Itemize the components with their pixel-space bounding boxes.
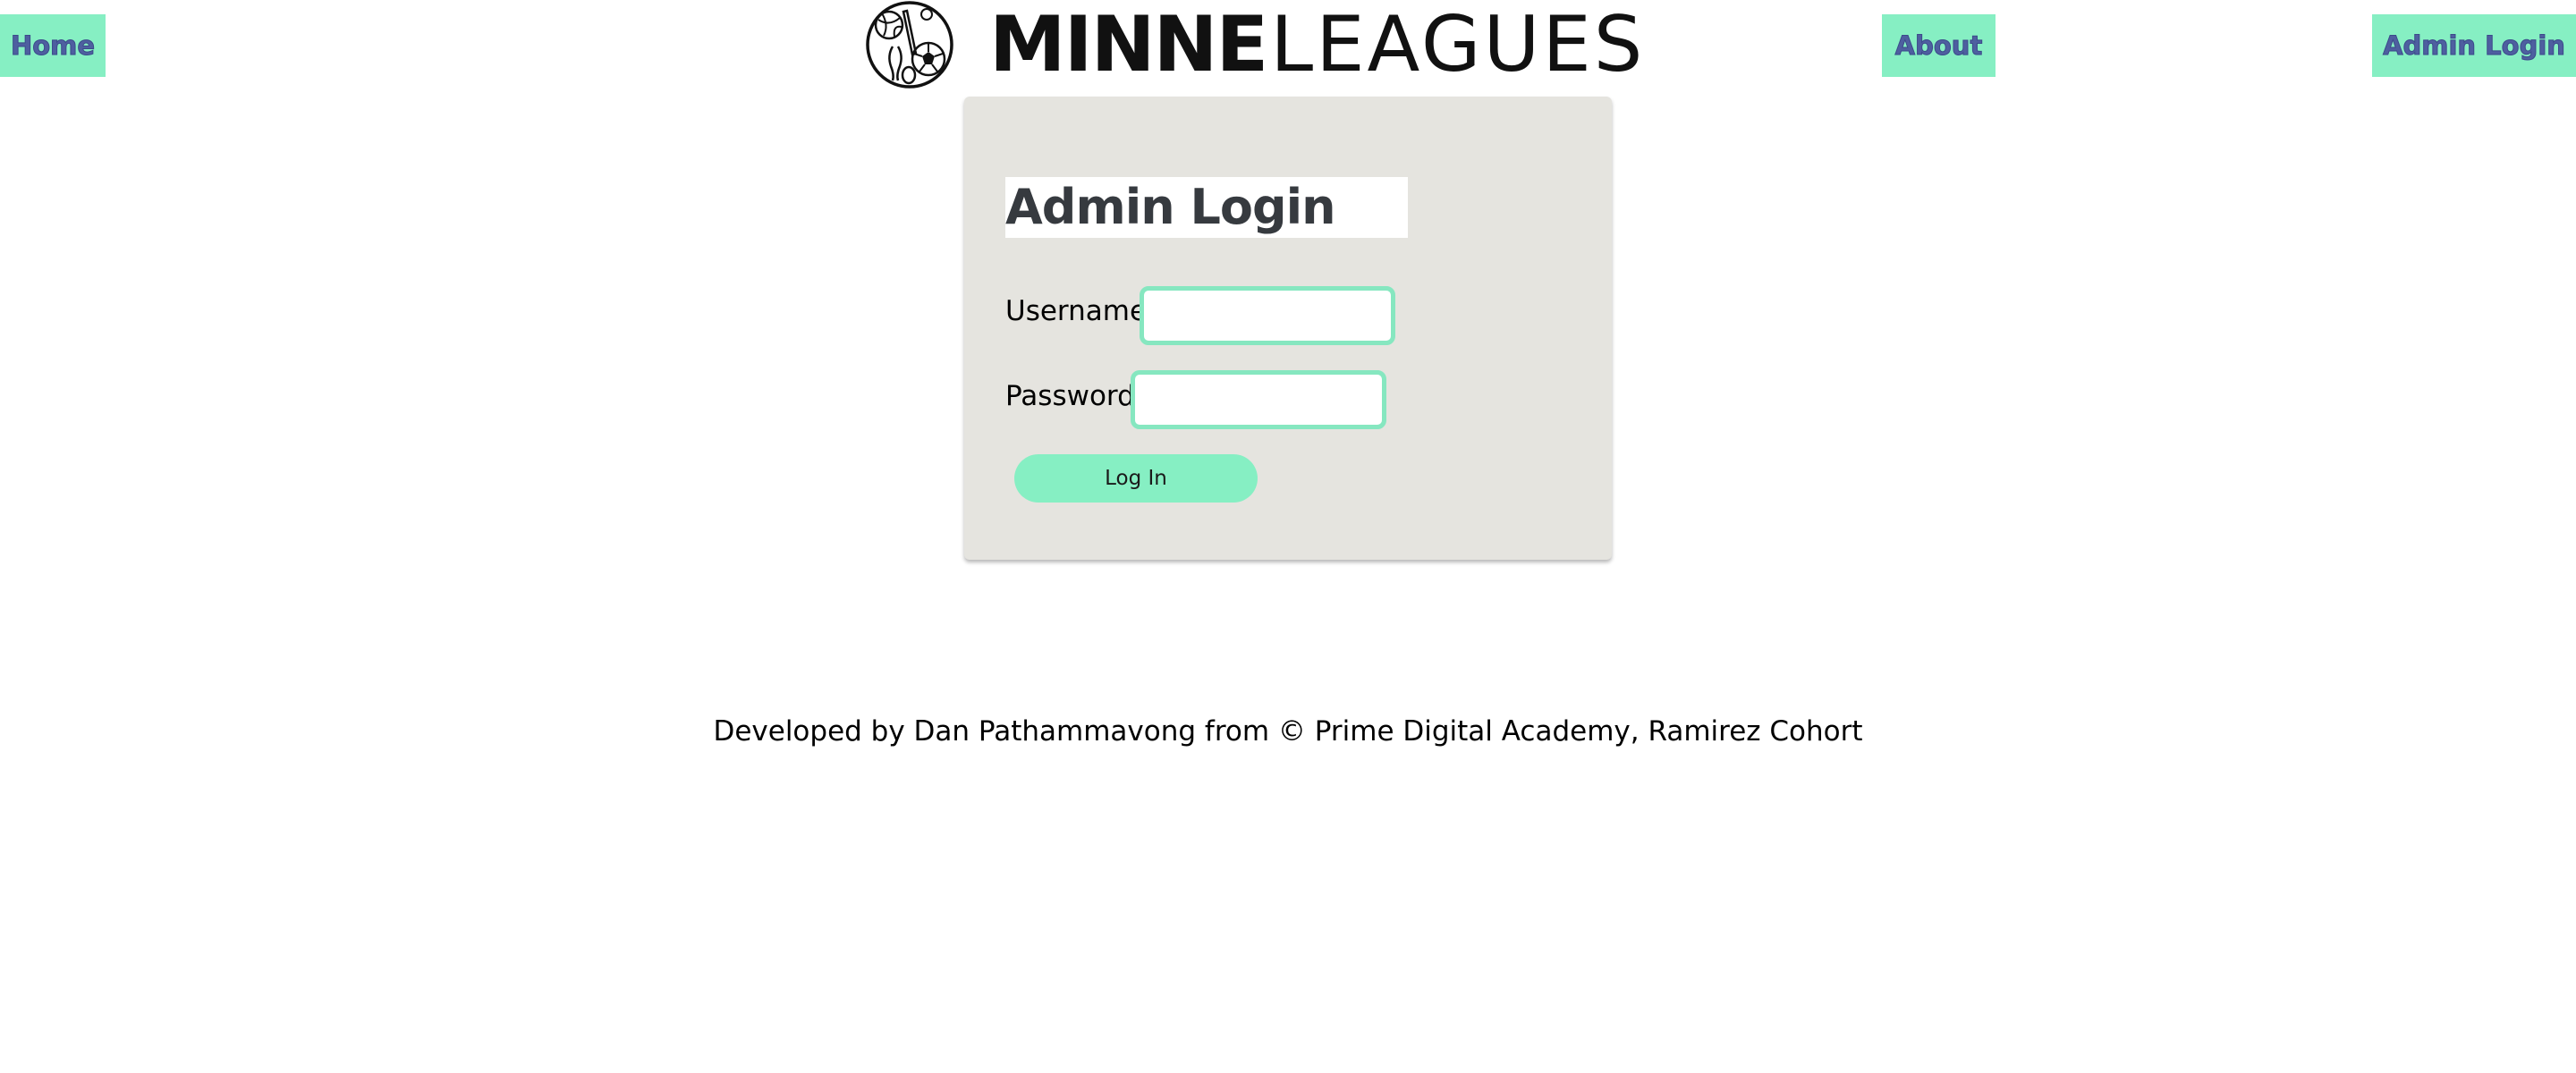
log-in-button[interactable]: Log In <box>1014 454 1258 503</box>
login-card: Admin Login Username: Password: Log In <box>964 97 1612 560</box>
about-nav-button[interactable]: About <box>1882 14 1996 77</box>
password-input[interactable] <box>1131 370 1386 429</box>
brand-name: MINNE LEAGUES <box>989 6 1645 83</box>
username-input[interactable] <box>1140 286 1395 345</box>
brand-name-light: LEAGUES <box>1270 0 1646 89</box>
home-nav-button[interactable]: Home <box>0 14 106 77</box>
brand-header[interactable]: MINNE LEAGUES <box>862 0 1645 89</box>
brand-name-bold: MINNE <box>989 0 1268 89</box>
login-title: Admin Login <box>1005 177 1408 238</box>
footer-credit: Developed by Dan Pathammavong from © Pri… <box>713 715 1863 748</box>
admin-login-nav-button[interactable]: Admin Login <box>2372 14 2576 77</box>
username-label: Username: <box>1005 295 1157 327</box>
page: Home MINNE LEAGUES About Admin Login Adm… <box>0 0 2576 1073</box>
password-label: Password: <box>1005 380 1145 412</box>
sports-balls-logo-icon <box>866 1 953 89</box>
